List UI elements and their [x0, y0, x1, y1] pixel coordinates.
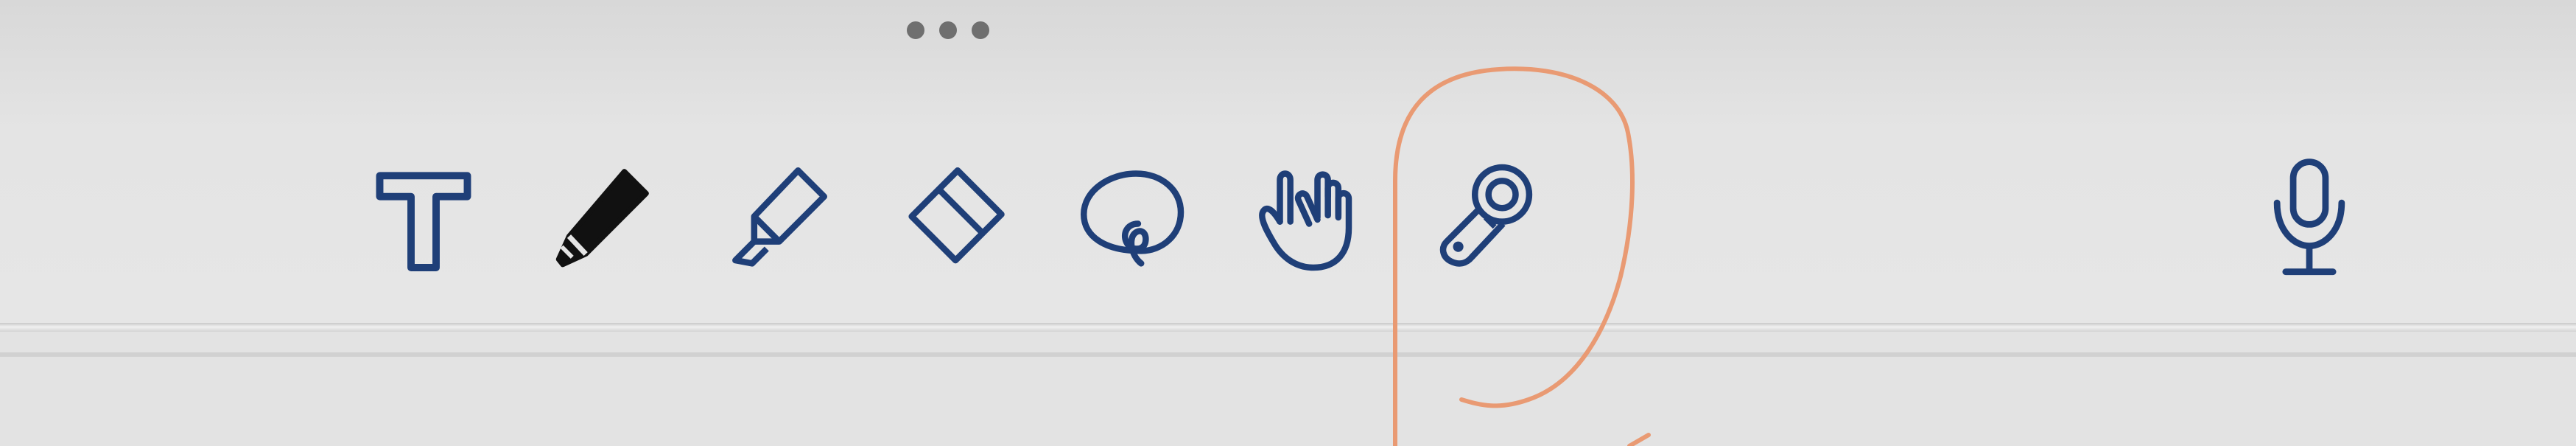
page-canvas[interactable]	[0, 332, 2576, 446]
pen-icon	[555, 169, 649, 268]
hand-icon	[1259, 170, 1352, 271]
text-tool-button[interactable]	[357, 151, 490, 284]
laser-pointer-icon	[1439, 164, 1533, 267]
eraser-icon	[908, 167, 1005, 264]
laser-pointer-tool-button[interactable]	[1418, 151, 1551, 284]
highlighter-tool-button[interactable]	[711, 151, 843, 284]
eraser-tool-button[interactable]	[891, 151, 1024, 284]
pen-tool-button[interactable]	[534, 151, 667, 284]
more-options-button[interactable]	[900, 18, 996, 43]
microphone-icon	[2273, 158, 2345, 276]
hand-tool-button[interactable]	[1245, 151, 1378, 284]
highlighter-icon	[732, 167, 827, 267]
note-app-screen	[0, 0, 2576, 446]
text-t-icon	[376, 172, 471, 271]
drawing-toolbar	[0, 0, 2576, 324]
page-divider	[0, 352, 2576, 357]
more-dot	[972, 21, 989, 39]
more-dot	[939, 21, 957, 39]
lasso-icon	[1080, 170, 1185, 267]
more-dot	[907, 21, 924, 39]
lasso-tool-button[interactable]	[1064, 151, 1197, 284]
toolbar-bottom-divider	[0, 323, 2576, 332]
microphone-button[interactable]	[2236, 147, 2383, 295]
